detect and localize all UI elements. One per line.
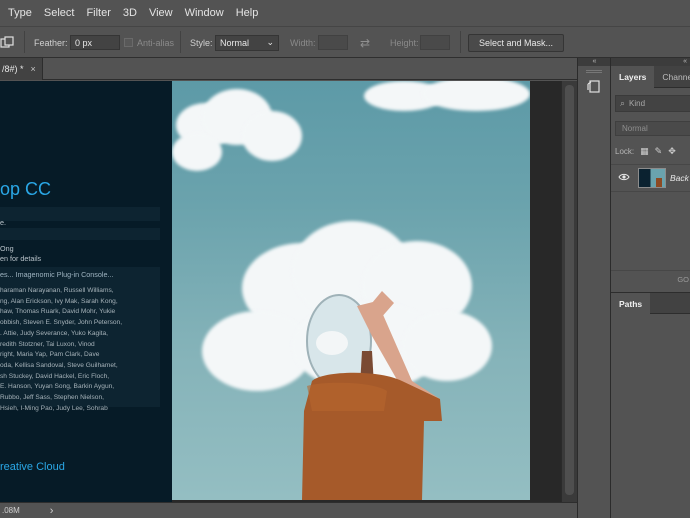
width-label: Width: — [290, 37, 316, 48]
chevron-down-icon: ⌄ — [266, 37, 274, 47]
feather-label: Feather: — [34, 37, 68, 48]
dock-arrows-icon[interactable]: « — [611, 58, 690, 66]
antialias-label: Anti-alias — [137, 37, 175, 48]
close-icon[interactable]: × — [31, 64, 36, 74]
style-select-value: Normal — [220, 37, 250, 48]
collapsed-panel-strip: « — [577, 58, 611, 518]
document-tab-bar: /8#) * × — [0, 58, 577, 80]
menu-type[interactable]: Type — [0, 0, 38, 27]
splash-line: e. — [0, 218, 6, 227]
paths-panel-tabs: Paths — [611, 292, 690, 315]
photoshop-window: Type Select Filter 3D View Window Help F… — [0, 0, 690, 518]
credit-line: haraman Narayanan, Russell Williams, — [0, 287, 114, 294]
select-and-mask-button[interactable]: Select and Mask... — [468, 33, 565, 52]
menu-window[interactable]: Window — [179, 0, 230, 27]
lock-row: Lock: ▦ ✎ ✥ — [615, 144, 690, 158]
credit-line: obbish, Steven E. Snyder, John Peterson, — [0, 319, 123, 327]
menu-view[interactable]: View — [143, 0, 179, 27]
credit-line: oda, Kellisa Sandoval, Steve Guilhamet, — [0, 361, 118, 369]
swap-arrows-icon[interactable]: ⇄ — [360, 27, 370, 58]
document-tab[interactable]: /8#) * × — [0, 58, 43, 80]
eye-icon[interactable] — [618, 173, 634, 184]
splash-footer: reative Cloud — [0, 461, 65, 473]
document-photo — [172, 81, 530, 500]
antialias-box[interactable] — [124, 38, 133, 47]
options-separator — [24, 31, 25, 53]
lock-label: Lock: — [615, 146, 635, 156]
canvas-area[interactable]: op CC e. Ong en for details es... Imagen… — [0, 81, 561, 502]
menu-filter[interactable]: Filter — [80, 0, 116, 27]
splash-field — [0, 228, 160, 240]
splash-title: op CC — [0, 179, 52, 199]
collapse-arrows-icon[interactable]: « — [578, 58, 611, 66]
credit-line: Hsieh, I-Ming Pao, Judy Lee, Sohrab — [0, 404, 108, 412]
tab-channels[interactable]: Channel — [654, 66, 690, 88]
vertical-scrollbar[interactable] — [561, 81, 577, 502]
layers-dock: « Layers Channel ⌕ Kind Normal Lock: ▦ ✎… — [610, 58, 690, 518]
style-select[interactable]: Normal ⌄ — [215, 34, 279, 51]
credit-line: ng, Alan Erickson, Ivy Mak, Sarah Kong, — [0, 297, 118, 305]
tab-paths[interactable]: Paths — [611, 293, 651, 315]
credit-line: sh Stuckey, David Hackel, Eric Floch, — [0, 372, 110, 380]
scrollbar-thumb[interactable] — [565, 85, 574, 495]
credit-line: Rubbo, Jeff Sass, Stephen Nielson, — [0, 394, 104, 402]
credit-line: E. Hanson, Yuyan Song, Barkin Aygun, — [0, 383, 115, 391]
selection-mode-icon[interactable] — [0, 27, 18, 58]
layer-thumbnail — [638, 168, 666, 188]
credit-line: right, Maria Yap, Pam Clark, Dave — [0, 351, 100, 359]
feather-input[interactable]: 0 px — [70, 35, 120, 50]
status-bar: .08M › — [0, 502, 577, 518]
lock-brush-icon[interactable]: ✎ — [655, 146, 663, 157]
credit-line: . Attie, Judy Severance, Yuko Kagita, — [0, 329, 109, 337]
menu-3d[interactable]: 3D — [117, 0, 143, 27]
style-label: Style: — [190, 37, 213, 48]
splash-line: en for details — [0, 254, 42, 263]
blend-mode-value: Normal — [622, 124, 648, 133]
antialias-checkbox[interactable]: Anti-alias — [124, 27, 174, 58]
layers-panel-tabs: Layers Channel — [611, 66, 690, 88]
search-icon: ⌕ — [620, 98, 626, 108]
blend-mode-select[interactable]: Normal — [615, 121, 690, 136]
splash-credits: haraman Narayanan, Russell Williams, ng,… — [0, 286, 172, 414]
lock-move-icon[interactable]: ✥ — [668, 146, 676, 157]
lock-transparent-icon[interactable]: ▦ — [640, 146, 649, 157]
splash-plugin-line: es... Imagenomic Plug-in Console... — [0, 270, 114, 279]
credit-line: haw, Thomas Ruark, David Mohr, Yukie — [0, 308, 116, 316]
panel-grip-icon[interactable] — [586, 70, 602, 73]
history-panel-icon[interactable] — [585, 78, 603, 96]
height-input[interactable] — [420, 35, 450, 50]
menu-help[interactable]: Help — [230, 0, 265, 27]
options-separator — [460, 31, 461, 53]
document-tab-title: /8#) * — [2, 64, 24, 74]
credit-line: redith Stotzner, Tai Luxon, Vinod — [0, 340, 95, 348]
status-menu-arrow-icon[interactable]: › — [50, 505, 54, 517]
options-separator — [180, 31, 181, 53]
layer-name: Back — [670, 173, 689, 183]
splash-line: Ong — [0, 244, 14, 253]
options-bar: Feather: 0 px Anti-alias Style: Normal ⌄ … — [0, 27, 690, 58]
canvas-pasteboard — [530, 81, 561, 502]
layers-footer: GO — [611, 270, 690, 288]
width-input[interactable] — [318, 35, 348, 50]
splash-screen: op CC e. Ong en for details es... Imagen… — [0, 81, 172, 502]
person-with-mirror — [302, 291, 442, 500]
layers-footer-text[interactable]: GO — [677, 275, 689, 284]
splash-field — [0, 207, 160, 221]
tab-layers[interactable]: Layers — [611, 66, 655, 88]
menu-bar: Type Select Filter 3D View Window Help — [0, 0, 690, 27]
layer-filter-kind[interactable]: ⌕ Kind — [615, 95, 690, 112]
doc-size-readout: .08M — [2, 506, 20, 515]
height-label: Height: — [390, 37, 419, 48]
kind-label: Kind — [629, 99, 646, 108]
menu-select[interactable]: Select — [38, 0, 81, 27]
layer-row-background[interactable]: Back — [611, 164, 690, 192]
